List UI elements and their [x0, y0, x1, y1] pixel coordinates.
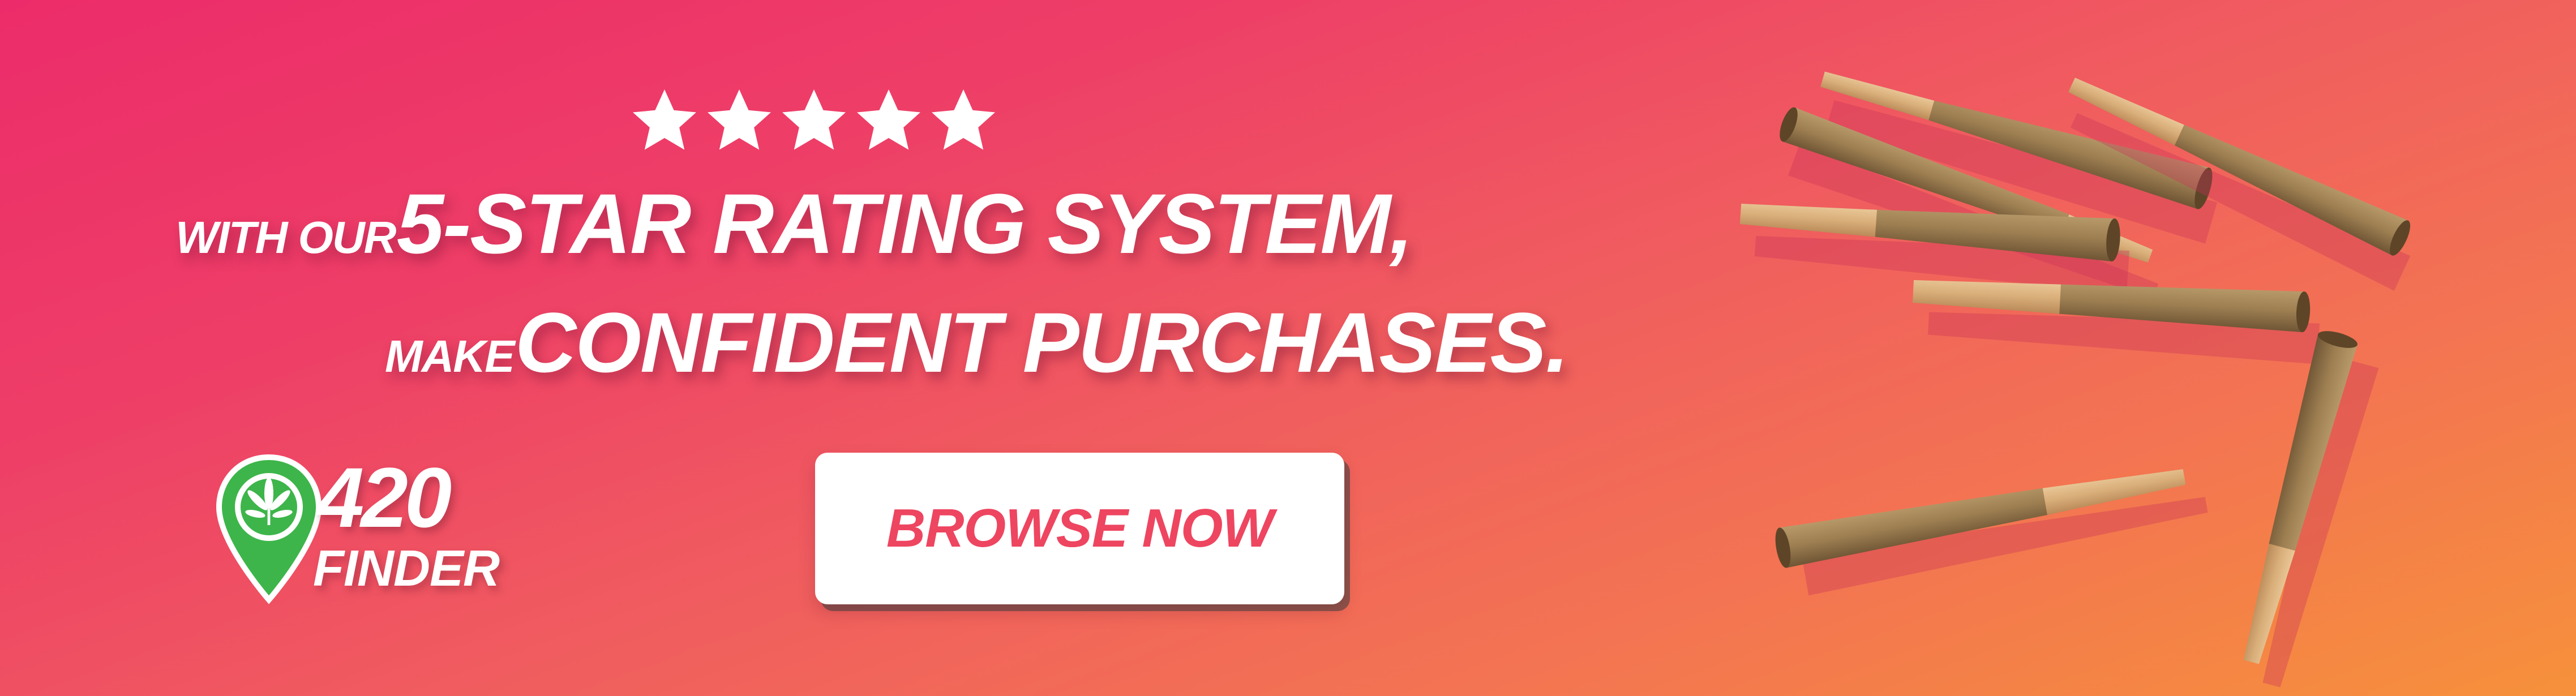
map-pin-leaf-icon	[216, 454, 322, 604]
browse-now-button[interactable]: BROWSE NOW	[815, 453, 1344, 604]
star-icon	[932, 89, 995, 150]
promo-banner: WITH OUR 5-STAR RATING SYSTEM, MAKE CONF…	[0, 0, 2576, 696]
five-star-rating	[628, 85, 1025, 170]
headline-main-1: 5-STAR RATING SYSTEM,	[396, 176, 1413, 271]
headline-prefix-1: WITH OUR	[175, 212, 396, 263]
star-icon	[633, 89, 696, 150]
headline-main-2: CONFIDENT PURCHASES.	[515, 295, 1569, 390]
headline-prefix-2: MAKE	[385, 331, 515, 381]
headline-line-1: WITH OUR 5-STAR RATING SYSTEM,	[175, 181, 1413, 266]
logo-word: FINDER	[313, 540, 500, 597]
star-icon	[857, 89, 920, 150]
star-icon	[782, 89, 846, 150]
pre-roll-cones-illustration	[1739, 71, 2411, 688]
logo-number: 420	[317, 450, 452, 545]
brand-logo[interactable]: 420 FINDER	[212, 453, 529, 622]
headline-line-2: MAKE CONFIDENT PURCHASES.	[385, 300, 1569, 385]
star-icon	[708, 89, 771, 150]
